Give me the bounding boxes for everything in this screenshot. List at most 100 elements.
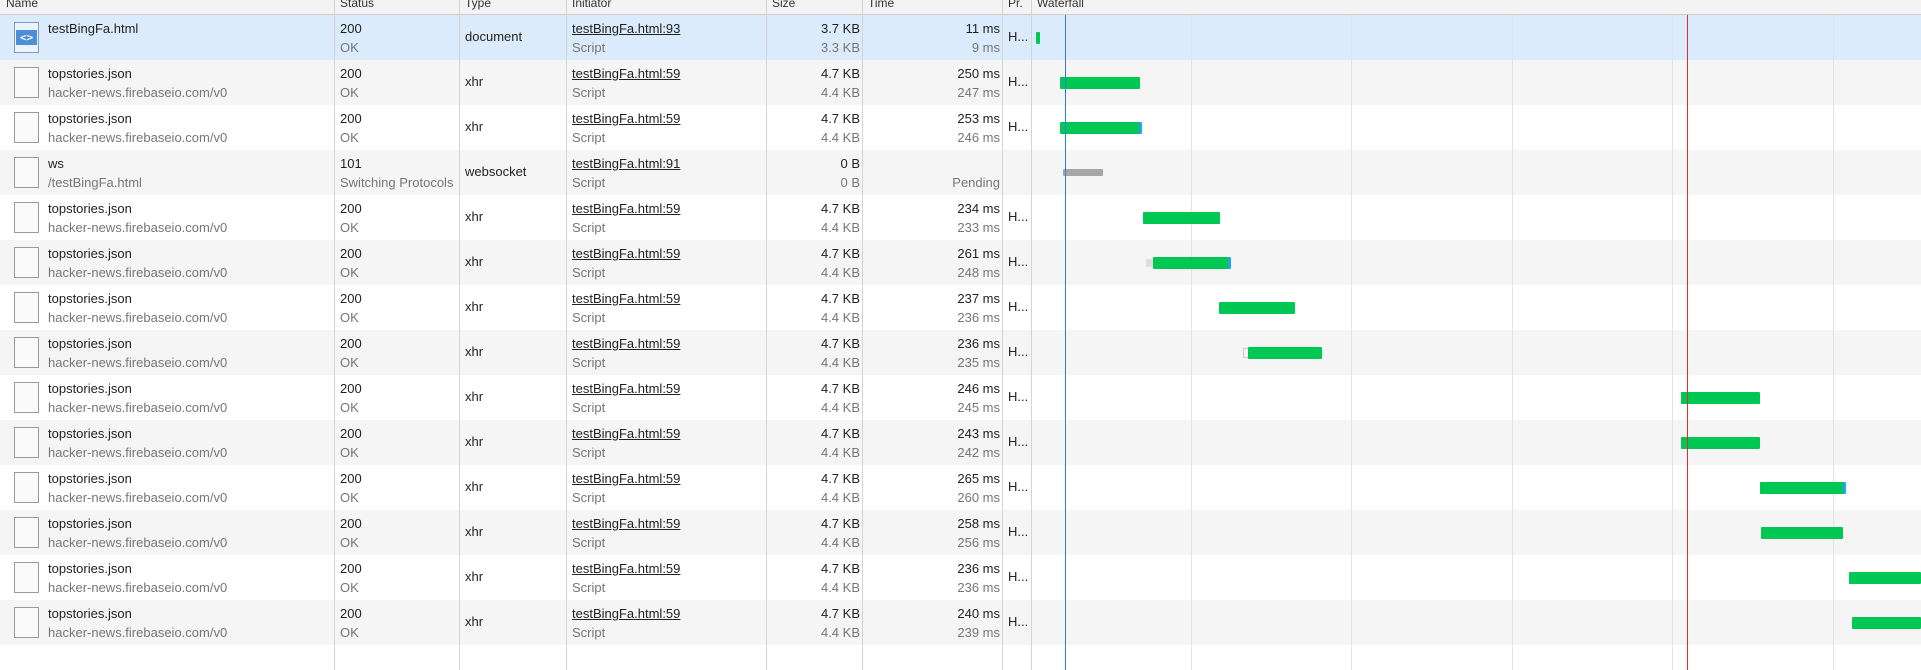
waterfall-gridline [1833,15,1834,670]
request-name[interactable]: topstories.json [48,66,333,82]
request-name[interactable]: topstories.json [48,381,333,397]
initiator-cell: testBingFa.html:91 Script [572,150,762,195]
initiator-link[interactable]: testBingFa.html:93 [572,21,762,37]
transfer-size: 4.7 KB [820,516,860,531]
content-download-bar [1036,32,1040,44]
type-cell: xhr [465,555,565,600]
blank-file-icon [14,562,39,593]
initiator-link[interactable]: testBingFa.html:59 [572,426,762,442]
request-domain: hacker-news.firebaseio.com/v0 [48,310,228,325]
initiator-type: Script [572,535,606,550]
protocol-cell: H... [1008,240,1032,285]
request-name[interactable]: topstories.json [48,561,333,577]
resource-size: 4.4 KB [820,265,860,280]
status-code: 200 [340,246,362,261]
protocol-cell: H... [1008,555,1032,600]
protocol-cell: H... [1008,285,1032,330]
request-row[interactable]: topstories.json hacker-news.firebaseio.c… [0,240,1921,285]
header-type[interactable]: Type [459,0,566,13]
total-time: 11 ms [965,21,1000,36]
request-name[interactable]: topstories.json [48,426,333,442]
resource-size: 4.4 KB [820,490,860,505]
status-cell: 101 Switching Protocols [340,150,458,195]
size-cell: 4.7 KB 4.4 KB [768,285,860,330]
request-row[interactable]: topstories.json hacker-news.firebaseio.c… [0,555,1921,600]
status-code: 200 [340,516,362,531]
request-name[interactable]: ws [48,156,333,172]
latency-time: 256 ms [957,535,1000,550]
name-cell: testBingFa.html [48,15,333,60]
name-cell: topstories.json hacker-news.firebaseio.c… [48,105,333,150]
request-domain: hacker-news.firebaseio.com/v0 [48,355,228,370]
initiator-link[interactable]: testBingFa.html:59 [572,516,762,532]
total-time: 246 ms [957,381,1000,396]
request-row[interactable]: ws /testBingFa.html 101 Switching Protoc… [0,150,1921,195]
transfer-size: 4.7 KB [820,201,860,216]
type-cell: xhr [465,600,565,645]
header-size[interactable]: Size [766,0,862,13]
protocol: H... [1008,344,1029,359]
header-time[interactable]: Time [862,0,1002,13]
initiator-link[interactable]: testBingFa.html:59 [572,201,762,217]
status-text: OK [340,85,359,100]
initiator-link[interactable]: testBingFa.html:59 [572,111,762,127]
request-name[interactable]: topstories.json [48,471,333,487]
content-download-bar [1060,77,1140,89]
request-row[interactable]: topstories.json hacker-news.firebaseio.c… [0,105,1921,150]
request-type: xhr [465,209,484,224]
request-row[interactable]: topstories.json hacker-news.firebaseio.c… [0,600,1921,645]
request-name[interactable]: topstories.json [48,516,333,532]
request-name[interactable]: testBingFa.html [48,21,333,37]
status-code: 200 [340,66,362,81]
request-row[interactable]: topstories.json hacker-news.firebaseio.c… [0,510,1921,555]
request-name[interactable]: topstories.json [48,606,333,622]
network-panel: Name Status Type Initiator Size Time Pr.… [0,0,1921,670]
type-cell: xhr [465,240,565,285]
initiator-link[interactable]: testBingFa.html:59 [572,291,762,307]
initiator-type: Script [572,400,606,415]
request-name[interactable]: topstories.json [48,111,333,127]
request-row[interactable]: topstories.json hacker-news.firebaseio.c… [0,330,1921,375]
initiator-link[interactable]: testBingFa.html:59 [572,381,762,397]
initiator-cell: testBingFa.html:59 Script [572,600,762,645]
initiator-link[interactable]: testBingFa.html:59 [572,246,762,262]
type-cell: xhr [465,195,565,240]
request-row[interactable]: topstories.json hacker-news.firebaseio.c… [0,285,1921,330]
request-row[interactable]: topstories.json hacker-news.firebaseio.c… [0,195,1921,240]
request-row[interactable]: topstories.json hacker-news.firebaseio.c… [0,375,1921,420]
initiator-link[interactable]: testBingFa.html:59 [572,606,762,622]
request-name[interactable]: topstories.json [48,336,333,352]
initiator-cell: testBingFa.html:59 Script [572,195,762,240]
total-time: 253 ms [957,111,1000,126]
header-initiator[interactable]: Initiator [566,0,766,13]
request-row[interactable]: <> testBingFa.html 200 OK document testB… [0,15,1921,60]
initiator-link[interactable]: testBingFa.html:91 [572,156,762,172]
column-divider [1031,0,1032,670]
header-waterfall[interactable]: Waterfall [1031,0,1331,13]
request-row[interactable]: topstories.json hacker-news.firebaseio.c… [0,60,1921,105]
request-name[interactable]: topstories.json [48,291,333,307]
initiator-cell: testBingFa.html:59 Script [572,420,762,465]
request-name[interactable]: topstories.json [48,246,333,262]
header-name[interactable]: Name [0,0,338,13]
status-code: 200 [340,21,362,36]
header-status[interactable]: Status [334,0,459,13]
status-code: 200 [340,111,362,126]
initiator-type: Script [572,580,606,595]
column-divider [862,0,863,670]
header-protocol[interactable]: Pr. [1002,0,1030,13]
request-row[interactable]: topstories.json hacker-news.firebaseio.c… [0,465,1921,510]
initiator-link[interactable]: testBingFa.html:59 [572,336,762,352]
request-name[interactable]: topstories.json [48,201,333,217]
blank-file-icon [14,202,39,233]
receive-bar [1139,122,1142,134]
protocol: H... [1008,29,1029,44]
transfer-size: 4.7 KB [820,111,860,126]
initiator-link[interactable]: testBingFa.html:59 [572,471,762,487]
request-row[interactable]: topstories.json hacker-news.firebaseio.c… [0,420,1921,465]
protocol: H... [1008,299,1029,314]
initiator-link[interactable]: testBingFa.html:59 [572,561,762,577]
initiator-link[interactable]: testBingFa.html:59 [572,66,762,82]
receive-bar [1228,257,1231,269]
waterfall-gridline [1672,15,1673,670]
